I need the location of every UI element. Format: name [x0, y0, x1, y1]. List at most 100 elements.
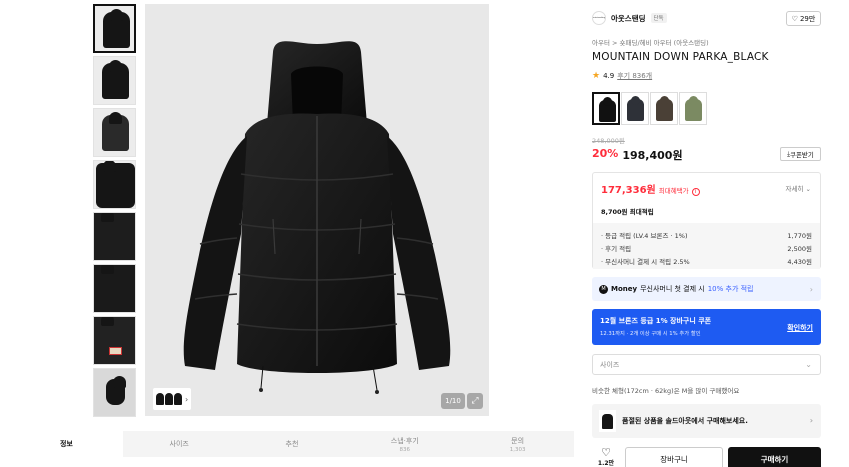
max-benefit-price: 177,336원 — [601, 185, 656, 196]
brand-like-button[interactable]: ♡ 29만 — [786, 11, 821, 26]
tab-label: 정보 — [59, 440, 73, 448]
thumbnail-image — [94, 265, 135, 312]
money-logo: M — [599, 284, 608, 294]
tab-recommend[interactable]: 추천 — [235, 431, 349, 457]
points-row: · 등급 적립 (LV.4 브론즈 · 1%) 1,770원 — [601, 228, 812, 241]
points-value: 4,430원 — [787, 257, 812, 266]
color-option-charcoal[interactable] — [621, 92, 649, 125]
buy-now-button[interactable]: 구매하기 — [728, 447, 821, 467]
max-benefit-label: 최대혜택가 — [658, 187, 689, 195]
expand-icon[interactable]: ⤢ — [467, 393, 483, 409]
soldout-banner[interactable]: 품절된 상품을 솔드아웃에서 구매해보세요. › — [592, 404, 821, 438]
coupon-banner-subtitle: 12.31까지 · 2개 이상 구매 시 1% 추가 할인 — [600, 331, 701, 337]
detail-link-label: 자세히 — [785, 185, 804, 193]
thumbnail[interactable] — [93, 56, 136, 105]
breadcrumb[interactable]: 아우터 > 숏패딩/헤비 아우터 (아웃스탠딩) — [592, 37, 709, 47]
chevron-down-icon: ⌄ — [805, 185, 811, 193]
color-options — [592, 92, 707, 125]
thumbnail-image — [94, 317, 135, 364]
sale-price: 198,400원 — [622, 149, 683, 162]
tab-reviews[interactable]: 스냅·후기 836 — [348, 431, 462, 457]
thumbnail[interactable] — [93, 316, 136, 365]
tab-label: 사이즈 — [169, 440, 189, 448]
rating-value: 4.9 — [603, 72, 615, 80]
review-link[interactable]: 후기 836개 — [617, 71, 652, 81]
size-select-placeholder: 사이즈 — [600, 360, 620, 369]
points-list: · 등급 적립 (LV.4 브론즈 · 1%) 1,770원 · 후기 적립 2… — [593, 223, 820, 269]
thumbnail-image — [96, 161, 135, 208]
detail-tabs: 정보 사이즈 추천 스냅·후기 836 문의 1,303 — [10, 431, 574, 457]
coupon-confirm-link[interactable]: 확인하기 — [787, 323, 813, 333]
tab-count: 1,303 — [509, 446, 526, 453]
color-preview-strip[interactable]: › — [153, 388, 191, 410]
color-preview-dot — [165, 393, 173, 405]
money-highlight: 10% 추가 적립 — [707, 285, 754, 293]
color-option-black[interactable] — [592, 92, 620, 125]
points-row: · 무신사머니 결제 시 적립 2.5% 4,430원 — [601, 254, 812, 267]
thumbnail[interactable] — [93, 4, 136, 53]
cart-coupon-banner[interactable]: 12월 브론즈 등급 1% 장바구니 쿠폰 12.31까지 · 2개 이상 구매… — [592, 309, 821, 345]
label-patch — [109, 347, 122, 355]
brand-row[interactable]: outstanding 아웃스탠딩 단독 — [592, 11, 667, 25]
benefit-detail-toggle[interactable]: 자세히 ⌄ — [786, 183, 811, 193]
brand-name: 아웃스탠딩 — [611, 13, 646, 23]
tab-label: 추천 — [285, 440, 299, 448]
coupon-banner-title: 12월 브론즈 등급 1% 장바구니 쿠폰 — [600, 317, 712, 325]
musinsa-money-banner[interactable]: M Money 무신사머니 첫 결제 시 10% 추가 적립 › — [592, 277, 821, 301]
color-swatch-jacket — [627, 96, 644, 121]
wishlist-button[interactable]: ♡ 1.2만 — [592, 447, 620, 467]
color-option-brown[interactable] — [650, 92, 678, 125]
thumbnail[interactable] — [93, 108, 136, 157]
points-max: 8,700원 최대적립 — [601, 208, 654, 216]
product-title: MOUNTAIN DOWN PARKA_BLACK — [592, 51, 769, 63]
heart-icon: ♡ — [601, 446, 611, 459]
coupon-button-label: 쿠폰받기 — [789, 151, 814, 159]
chevron-right-icon: › — [809, 416, 813, 425]
soldout-text: 품절된 상품을 솔드아웃에서 구매해보세요. — [622, 417, 748, 425]
add-to-cart-button[interactable]: 장바구니 — [625, 447, 723, 467]
points-value: 1,770원 — [787, 231, 812, 240]
jacket-illustration — [183, 41, 451, 394]
color-preview-dot — [174, 393, 182, 405]
thumbnail-list — [93, 4, 136, 420]
chevron-right-icon: › — [185, 394, 189, 404]
thumbnail-image — [106, 376, 126, 405]
size-select[interactable]: 사이즈 ⌄ — [592, 354, 821, 375]
points-label: · 후기 적립 — [601, 244, 632, 253]
product-main-image[interactable] — [145, 4, 489, 416]
tab-inquiry[interactable]: 문의 1,303 — [461, 431, 574, 457]
rating-row: ★ 4.9 후기 836개 — [592, 71, 652, 81]
points-label: · 등급 적립 (LV.4 브론즈 · 1%) — [601, 231, 688, 240]
coupon-button[interactable]: ⤓ 쿠폰받기 — [780, 147, 821, 161]
tab-size[interactable]: 사이즈 — [122, 431, 236, 457]
color-option-khaki[interactable] — [679, 92, 707, 125]
color-swatch-jacket — [685, 96, 702, 121]
money-text: 무신사머니 첫 결제 시 — [640, 285, 705, 293]
size-recommendation-note: 비슷한 체형(172cm · 62kg)은 M을 많이 구매했어요 — [592, 387, 740, 395]
thumbnail[interactable] — [93, 264, 136, 313]
discount-rate: 20% — [592, 147, 619, 160]
brand-like-count: 29만 — [799, 14, 816, 23]
wishlist-count: 1.2만 — [597, 460, 615, 467]
color-swatch-jacket — [656, 96, 673, 121]
benefit-box: 177,336원 최대혜택가 i 자세히 ⌄ 8,700원 최대적립 · 등급 … — [592, 172, 821, 269]
chevron-down-icon: ⌄ — [805, 360, 812, 369]
points-label: · 무신사머니 결제 시 적립 2.5% — [601, 257, 690, 266]
color-swatch-jacket — [599, 97, 616, 122]
thumbnail-image — [103, 9, 130, 48]
product-info-panel: outstanding 아웃스탠딩 단독 ♡ 29만 아우터 > 숏패딩/헤비 … — [583, 4, 828, 467]
points-value: 2,500원 — [787, 244, 812, 253]
purchase-actions: ♡ 1.2만 장바구니 구매하기 — [592, 447, 821, 467]
tab-count: 836 — [399, 446, 411, 453]
tab-info[interactable]: 정보 — [10, 431, 123, 457]
tab-label: 문의 — [511, 436, 525, 445]
info-icon[interactable]: i — [691, 187, 700, 196]
points-row: · 후기 적립 2,500원 — [601, 241, 812, 254]
chevron-right-icon: › — [809, 284, 813, 294]
soldout-thumbnail — [599, 410, 616, 432]
thumbnail[interactable] — [93, 368, 136, 417]
image-counter: 1/10 — [441, 393, 465, 409]
thumbnail-image — [102, 112, 129, 151]
thumbnail[interactable] — [93, 212, 136, 261]
thumbnail[interactable] — [93, 160, 136, 209]
